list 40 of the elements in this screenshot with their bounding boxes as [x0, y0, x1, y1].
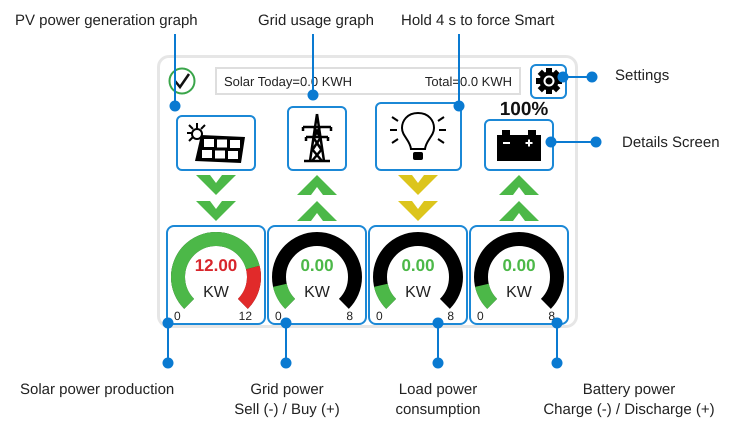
power-tower-button[interactable]	[287, 106, 347, 171]
leader-line	[280, 318, 292, 368]
gauge-unit: KW	[203, 285, 229, 301]
callout-label: Solar power production	[20, 380, 174, 400]
callout-label: Load power consumption	[395, 380, 481, 420]
battery-percent: 100%	[500, 100, 548, 119]
gauge-value: 0.00	[502, 257, 536, 274]
callout-label: Details Screen	[622, 133, 720, 153]
gauge-value: 12.00	[194, 257, 238, 274]
gauge-max: 8	[447, 310, 454, 322]
power-tower-icon	[300, 113, 334, 164]
callout-label: Battery power Charge (-) / Discharge (+)	[543, 380, 715, 420]
gauge-min: 0	[376, 310, 383, 322]
check-circle-icon	[168, 67, 196, 96]
gauge-min: 0	[174, 310, 181, 322]
battery-icon	[496, 128, 542, 162]
solar-panel-button[interactable]	[176, 114, 256, 171]
gauge-min: 0	[477, 310, 484, 322]
gauge-min: 0	[275, 310, 282, 322]
leader-line	[162, 318, 174, 368]
gauge-value: 0.00	[300, 257, 334, 274]
gauge-max: 12	[238, 310, 252, 322]
settings-icon	[534, 67, 562, 96]
callout-label: Grid power Sell (-) / Buy (+)	[234, 380, 340, 420]
gauge-unit: KW	[506, 285, 532, 301]
gauge-max: 8	[548, 310, 555, 322]
gauge-value: 0.00	[401, 257, 435, 274]
callout-label: PV power generation graph	[15, 11, 198, 31]
leader-line	[546, 136, 602, 148]
callout-label: Grid usage graph	[258, 11, 374, 31]
callout-label: Settings	[615, 66, 670, 86]
battery-button[interactable]	[484, 118, 554, 171]
settings-button[interactable]	[530, 64, 567, 99]
gauge-max: 8	[346, 310, 353, 322]
leader-line	[558, 72, 598, 82]
gauge-unit: KW	[304, 285, 330, 301]
leader-line	[432, 318, 444, 368]
light-bulb-button[interactable]	[374, 102, 462, 171]
callout-label: Hold 4 s to force Smart	[401, 11, 554, 31]
gauge-unit: KW	[405, 285, 431, 301]
